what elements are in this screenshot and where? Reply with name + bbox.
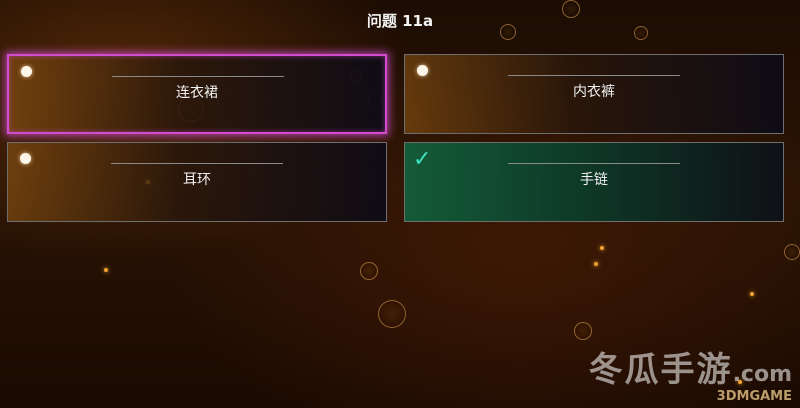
answer-label: 耳环 — [183, 172, 211, 188]
background-bubble — [784, 244, 800, 260]
watermark-brand: 冬瓜手游 — [588, 350, 733, 390]
divider-line — [508, 163, 680, 164]
answer-option-4[interactable]: ✓ 手链 — [404, 142, 784, 222]
answer-option-2[interactable]: 内衣裤 — [404, 54, 784, 134]
watermark-site: 3DMGAME — [716, 389, 792, 404]
background-bubble — [378, 300, 406, 328]
background-bubble — [574, 322, 592, 340]
radio-dot-icon — [21, 66, 32, 77]
divider-line — [112, 76, 284, 77]
radio-dot-icon — [20, 153, 31, 164]
background-spark — [600, 246, 604, 250]
background-spark — [594, 262, 598, 266]
question-title: 问题 11a — [366, 12, 434, 30]
radio-dot-icon — [417, 65, 428, 76]
watermark-domain: .com — [732, 362, 792, 387]
answer-label: 连衣裙 — [176, 85, 218, 101]
site-watermark: 冬瓜手游.com 3DMGAME — [589, 351, 792, 404]
background-spark — [104, 268, 108, 272]
background-spark — [750, 292, 754, 296]
divider-line — [111, 163, 283, 164]
answer-label: 手链 — [580, 172, 608, 188]
answer-option-3[interactable]: 耳环 — [7, 142, 387, 222]
answer-label: 内衣裤 — [573, 84, 615, 100]
divider-line — [508, 75, 680, 76]
background-bubble — [360, 262, 378, 280]
answer-option-1[interactable]: 连衣裙 — [7, 54, 387, 134]
